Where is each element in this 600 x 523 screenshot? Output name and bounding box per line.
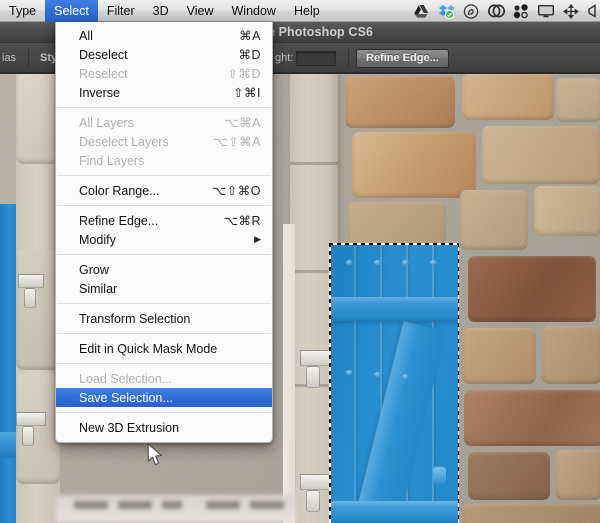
volume-icon[interactable] [584, 0, 598, 22]
app-circle-icon[interactable] [459, 0, 483, 22]
creative-cloud-icon[interactable] [484, 0, 508, 22]
dropbox-icon[interactable] [434, 0, 458, 22]
menu-item-transform-selection[interactable]: Transform Selection [56, 309, 272, 328]
menu-separator [57, 175, 271, 176]
menu-3d[interactable]: 3D [144, 0, 178, 22]
menu-item-reselect: Reselect ⇧⌘D [79, 66, 261, 82]
menu-separator [57, 205, 271, 206]
menu-item-new-3d-extrusion[interactable]: New 3D Extrusion [56, 418, 272, 437]
shutter-latch [433, 467, 446, 484]
shutter-hinge [306, 490, 320, 512]
menu-item-refine-edge[interactable]: Refine Edge... ⌥⌘R [56, 211, 272, 230]
background-window-blurred [56, 495, 296, 523]
menu-window[interactable]: Window [223, 0, 285, 22]
menu-separator [57, 363, 271, 364]
shutter-hinge [18, 274, 44, 288]
menu-separator [57, 303, 271, 304]
shutter-bottom-rail [330, 501, 458, 523]
submenu-arrow-icon: ▶ [254, 234, 261, 244]
menu-view[interactable]: View [178, 0, 223, 22]
menu-item-modify[interactable]: Modify ▶ [56, 230, 272, 249]
menu-separator [57, 412, 271, 413]
stone [16, 250, 60, 370]
height-input[interactable] [296, 51, 336, 66]
menu-item-save-selection[interactable]: Save Selection... [56, 388, 272, 407]
menu-help[interactable]: Help [285, 0, 329, 22]
shutter-hinge [16, 412, 46, 426]
refine-edge-button[interactable]: Refine Edge... [356, 49, 449, 68]
menu-separator [57, 107, 271, 108]
menu-item-similar[interactable]: Similar [56, 279, 272, 298]
select-dropdown-menu[interactable]: All ⌘A Deselect ⌘D Reselect ⇧⌘D Inverse … [55, 22, 273, 443]
dots-grid-icon[interactable] [509, 0, 533, 22]
screen: ias Style: ght: Refine Edge... e Photosh… [0, 0, 600, 523]
menu-separator [57, 333, 271, 334]
selected-blue-shutter [330, 244, 458, 523]
shutter-hinge [300, 474, 334, 490]
stone [16, 74, 60, 164]
menu-item-deselect[interactable]: Deselect ⌘D [56, 45, 272, 64]
shutter-hinge [306, 366, 320, 388]
shutter-hinge [300, 350, 334, 366]
height-label: ght: [275, 52, 294, 64]
antialias-label: ias [2, 52, 17, 64]
bluetooth-icon[interactable] [559, 0, 583, 22]
menu-filter[interactable]: Filter [98, 0, 144, 22]
menu-item-find-layers: Find Layers [79, 153, 145, 168]
menu-separator [57, 254, 271, 255]
menu-item-inverse[interactable]: Inverse ⇧⌘I [56, 83, 272, 102]
shutter-hinge [24, 288, 36, 308]
google-drive-icon[interactable] [409, 0, 433, 22]
window-reveal-edge [283, 224, 295, 523]
menu-item-all-layers: All Layers ⌥⌘A [79, 115, 261, 131]
shutter-hinge [22, 426, 34, 446]
shutter-top-rail [330, 297, 458, 321]
menu-item-load-selection: Load Selection... [79, 371, 173, 386]
display-icon[interactable] [534, 0, 558, 22]
mac-menu-bar[interactable]: Type Select Filter 3D View Window Help [0, 0, 600, 22]
app-title: e Photoshop CS6 [268, 25, 373, 39]
menu-select[interactable]: Select [45, 0, 98, 22]
menu-item-edit-in-quick-mask-mode[interactable]: Edit in Quick Mask Mode [56, 339, 272, 358]
mouse-cursor [147, 443, 164, 472]
menu-item-deselect-layers: Deselect Layers ⌥⇧⌘A [79, 134, 261, 150]
left-blue-shutter [0, 204, 16, 523]
menu-item-all[interactable]: All ⌘A [56, 26, 272, 45]
menu-type[interactable]: Type [0, 0, 45, 22]
menu-item-grow[interactable]: Grow [56, 260, 272, 279]
menu-bar-status-items [409, 0, 600, 22]
menu-item-color-range[interactable]: Color Range... ⌥⇧⌘O [56, 181, 272, 200]
